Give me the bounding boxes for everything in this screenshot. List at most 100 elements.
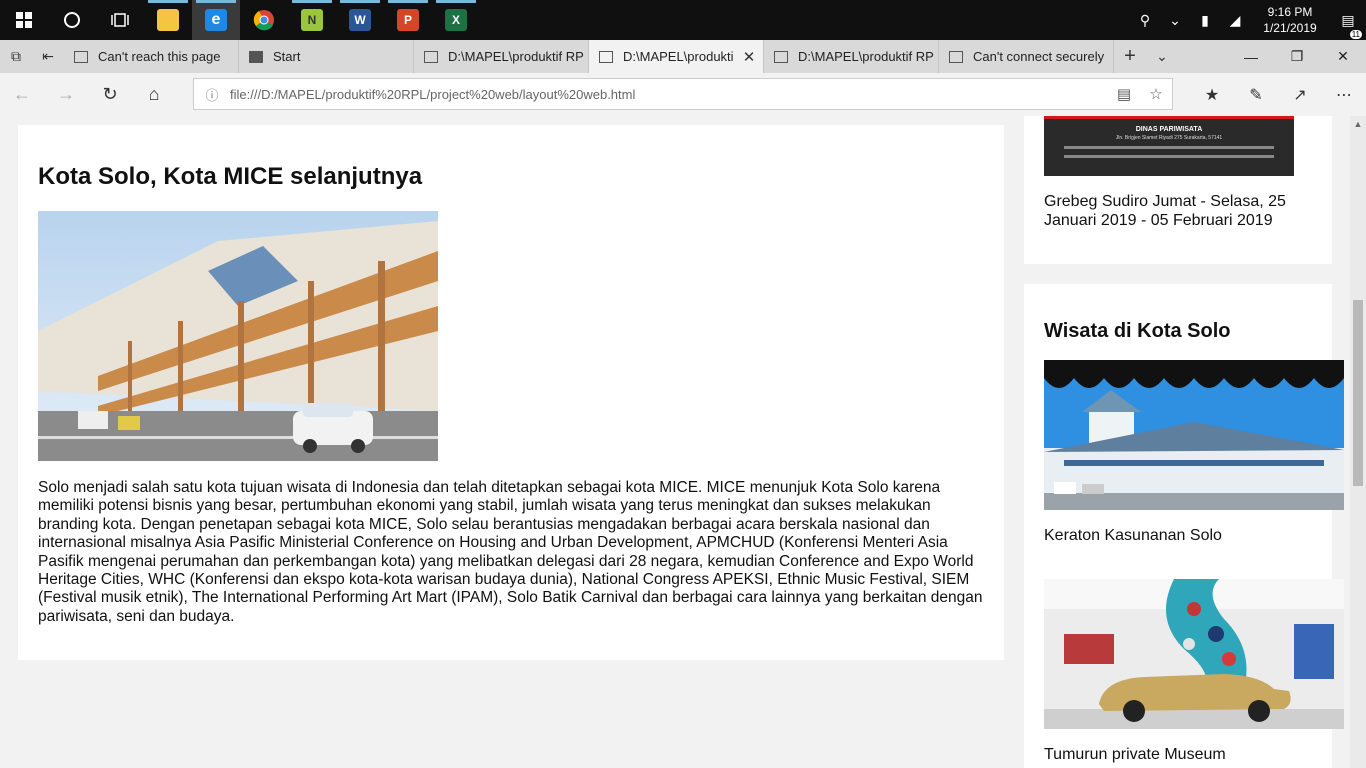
minimize-icon: — [1244, 48, 1258, 65]
cortana-circle-icon [64, 12, 80, 28]
page-icon [949, 50, 963, 63]
forward-arrow-icon: → [57, 84, 75, 104]
task-view-icon [111, 13, 129, 27]
plus-icon: + [1124, 45, 1136, 67]
page-icon [774, 50, 788, 63]
taskbar: e N W P X ⚲ ⌄ ▮ ◢ 9:16 PM 1/21/2019 ▤ 11 [0, 0, 1366, 40]
page-icon [424, 50, 438, 63]
minimize-button[interactable]: — [1228, 40, 1274, 73]
back-arrow-icon: ← [13, 84, 31, 104]
keraton-image [1044, 360, 1344, 510]
back-button[interactable]: ← [0, 73, 44, 116]
page-icon [74, 50, 88, 63]
notepadpp-icon: N [301, 9, 323, 31]
tab-label: Start [273, 49, 301, 64]
system-tray: ⚲ ⌄ ▮ ◢ 9:16 PM 1/21/2019 ▤ 11 [1130, 0, 1366, 40]
tab-preview-button[interactable]: ⧉ [0, 40, 32, 73]
page-scrollbar[interactable]: ▲ [1350, 116, 1366, 768]
poster-address: Jln. Brigjen Slamet Riyadi 275 Surakarta… [1115, 135, 1223, 141]
favorite-star-icon[interactable]: ☆ [1140, 85, 1172, 103]
refresh-icon: ↻ [102, 84, 118, 104]
set-aside-icon: ⇤ [42, 48, 54, 64]
tab-1[interactable]: Start [239, 40, 414, 73]
cortana-button[interactable] [48, 0, 96, 40]
clock-date: 1/21/2019 [1263, 21, 1317, 35]
wisata-caption-0: Keraton Kasunanan Solo [1044, 527, 1222, 544]
clock-time: 9:16 PM [1267, 5, 1313, 19]
chrome-icon [253, 10, 274, 31]
excel-icon: X [445, 9, 467, 31]
word-icon: W [349, 9, 371, 31]
start-button[interactable] [0, 0, 48, 40]
maximize-button[interactable]: ❐ [1274, 40, 1320, 73]
address-bar[interactable]: ⓘ file:///D:/MAPEL/produktif%20RPL/proje… [193, 78, 1173, 110]
forward-button[interactable]: → [44, 73, 88, 116]
tab-0[interactable]: Can't reach this page [64, 40, 239, 73]
taskbar-powerpoint[interactable]: P [384, 0, 432, 40]
taskbar-excel[interactable]: X [432, 0, 480, 40]
tab-list-button[interactable]: ⌄ [1146, 40, 1178, 73]
taskbar-word[interactable]: W [336, 0, 384, 40]
url-text[interactable]: file:///D:/MAPEL/produktif%20RPL/project… [230, 87, 1108, 102]
favorites-hub-button[interactable]: ★ [1190, 73, 1234, 116]
event-caption: Grebeg Sudiro Jumat - Selasa, 25 Januari… [1044, 193, 1286, 229]
action-center-icon[interactable]: ▤ 11 [1330, 12, 1366, 39]
clock[interactable]: 9:16 PM 1/21/2019 [1250, 4, 1330, 36]
poster-title: DINAS PARIWISATA [1135, 126, 1203, 133]
article-title: Kota Solo, Kota MICE selanjutnya [38, 163, 423, 190]
more-dots-icon: ⋯ [1336, 86, 1352, 104]
favorites-list-icon: ★ [1204, 86, 1220, 104]
share-icon: ↗ [1293, 86, 1307, 104]
scroll-thumb[interactable] [1353, 300, 1363, 486]
window-controls: — ❐ ✕ [1228, 40, 1366, 73]
edge-icon: e [205, 9, 227, 31]
tab-label: D:\MAPEL\produktif RP [798, 49, 934, 64]
wisata-heading: Wisata di Kota Solo [1044, 320, 1231, 342]
new-tab-button[interactable]: + [1114, 40, 1146, 73]
museum-image [1044, 579, 1344, 729]
wisata-card: Wisata di Kota Solo Keraton Kasunanan So… [1024, 284, 1344, 768]
people-icon[interactable]: ⚲ [1130, 12, 1160, 29]
event-card: DINAS PARIWISATA Jln. Brigjen Slamet Riy… [1024, 116, 1332, 264]
taskbar-chrome[interactable] [240, 0, 288, 40]
refresh-button[interactable]: ↻ [88, 73, 132, 116]
tab-bar: ⧉ ⇤ Can't reach this page Start D:\MAPEL… [0, 40, 1366, 73]
home-button[interactable]: ⌂ [132, 73, 176, 116]
more-button[interactable]: ⋯ [1322, 73, 1366, 116]
powerpoint-icon: P [397, 9, 419, 31]
task-view-button[interactable] [96, 0, 144, 40]
article-card: Kota Solo, Kota MICE selanjutnya Solo me… [18, 125, 1004, 660]
folder-icon [157, 9, 179, 31]
toolbar-right: ★ ✎ ↗ ⋯ [1190, 73, 1366, 116]
tab-4[interactable]: D:\MAPEL\produktif RP [764, 40, 939, 73]
article-body: Solo menjadi salah satu kota tujuan wisa… [38, 479, 983, 625]
taskbar-notepadpp[interactable]: N [288, 0, 336, 40]
scroll-up-icon[interactable]: ▲ [1350, 116, 1366, 132]
tab-label: Can't connect securely [973, 49, 1105, 64]
battery-icon[interactable]: ▮ [1190, 12, 1220, 29]
taskbar-file-explorer[interactable] [144, 0, 192, 40]
tab-label: D:\MAPEL\produkti [623, 49, 734, 64]
wifi-icon[interactable]: ◢ [1220, 12, 1250, 29]
pen-icon: ✎ [1249, 86, 1263, 104]
tab-label: Can't reach this page [98, 49, 221, 64]
wisata-caption-1: Tumurun private Museum [1044, 746, 1226, 763]
start-page-icon [249, 50, 263, 63]
close-window-button[interactable]: ✕ [1320, 40, 1366, 73]
home-icon: ⌂ [148, 84, 160, 104]
close-tab-icon[interactable]: ✕ [735, 48, 763, 66]
set-aside-tabs-button[interactable]: ⇤ [32, 40, 64, 73]
info-icon[interactable]: ⓘ [194, 85, 230, 104]
tab-3-active[interactable]: D:\MAPEL\produkti ✕ [589, 40, 764, 73]
taskbar-edge[interactable]: e [192, 0, 240, 40]
web-note-button[interactable]: ✎ [1234, 73, 1278, 116]
restore-icon: ❐ [1290, 48, 1304, 64]
event-poster: DINAS PARIWISATA Jln. Brigjen Slamet Riy… [1044, 116, 1294, 176]
reading-view-icon[interactable]: ▤ [1108, 85, 1140, 103]
tab-5[interactable]: Can't connect securely [939, 40, 1114, 73]
chevron-up-icon[interactable]: ⌄ [1160, 12, 1190, 29]
article-image [38, 211, 438, 461]
tab-2[interactable]: D:\MAPEL\produktif RP [414, 40, 589, 73]
windows-logo-icon [16, 12, 32, 28]
share-button[interactable]: ↗ [1278, 73, 1322, 116]
